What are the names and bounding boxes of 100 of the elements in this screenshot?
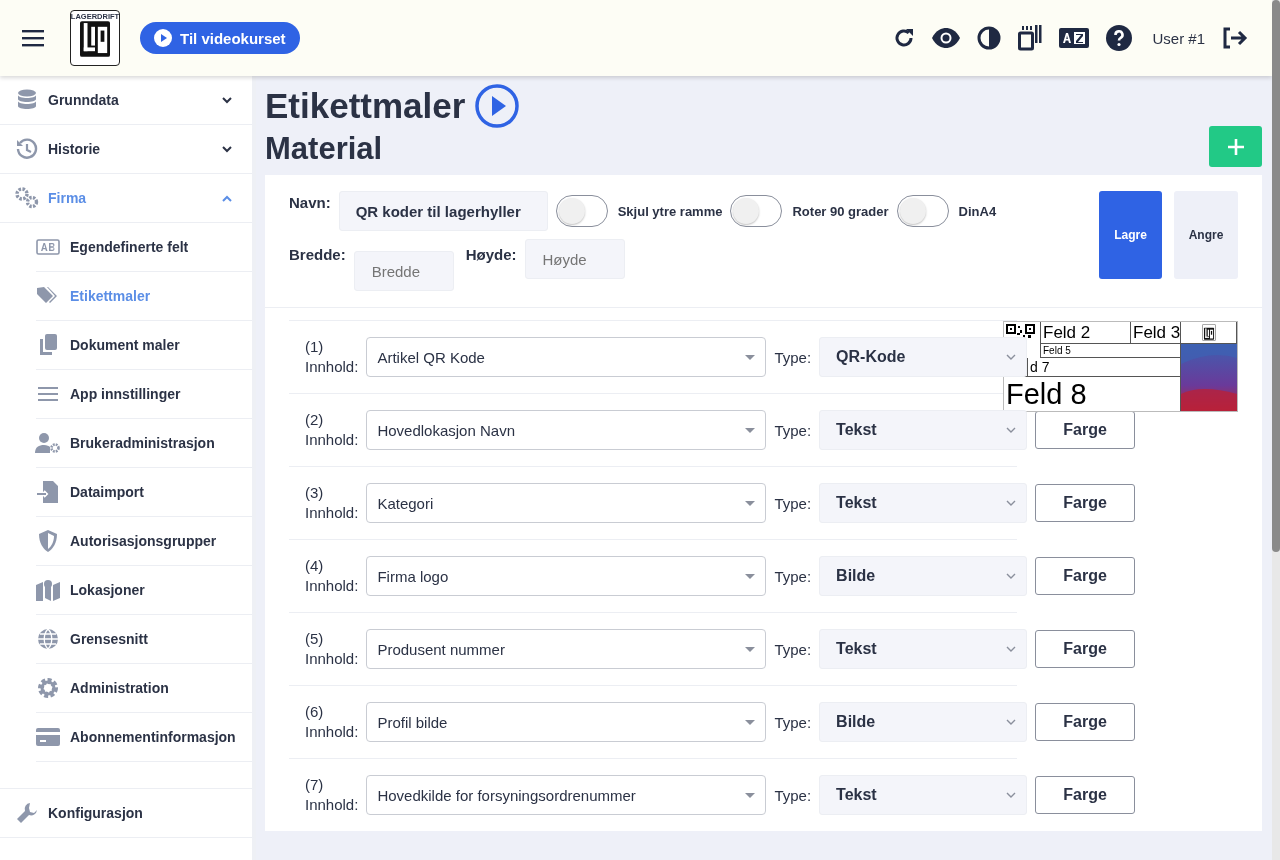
- caret-down-icon: [745, 719, 756, 725]
- caret-down-icon: [745, 427, 756, 433]
- sidebar-subitem[interactable]: Abonnementinformasjon: [36, 713, 252, 762]
- cancel-button[interactable]: Angre: [1174, 191, 1238, 279]
- toggle-switch[interactable]: [896, 195, 949, 227]
- sidebar-subitem[interactable]: Brukeradministrasjon: [36, 419, 252, 468]
- page-title: Etikettmaler: [265, 86, 466, 126]
- row-label: Innhold:: [305, 430, 359, 450]
- file-import-icon: [37, 481, 59, 503]
- row-label: Innhold:: [305, 357, 359, 377]
- toggle-switch[interactable]: [555, 195, 608, 227]
- help-icon[interactable]: [1106, 25, 1133, 51]
- menu-icon[interactable]: [22, 29, 44, 47]
- logo-icon: [1201, 324, 1216, 341]
- map-pin-icon: [36, 579, 60, 601]
- chevron-down-icon: [1006, 573, 1017, 579]
- chevron-down-icon: [1006, 427, 1017, 433]
- row-number: (1): [305, 337, 325, 357]
- play-icon[interactable]: [475, 84, 520, 128]
- scrollbar[interactable]: [1272, 0, 1280, 552]
- row-label: Innhold:: [305, 722, 359, 742]
- type-select[interactable]: Tekst: [819, 410, 1028, 450]
- content-select[interactable]: Firma logo: [366, 556, 767, 596]
- chevron-down-icon: [1006, 719, 1017, 725]
- video-course-button[interactable]: Til videokurset: [140, 22, 300, 54]
- color-button[interactable]: Farge: [1035, 776, 1136, 814]
- chevron-down-icon: [1006, 792, 1017, 798]
- preview-field: d 7: [1028, 358, 1181, 377]
- color-button[interactable]: Farge: [1035, 703, 1136, 741]
- toggle-label: Skjul ytre ramme: [617, 203, 723, 219]
- content-select[interactable]: Artikel QR Kode: [366, 337, 767, 377]
- type-label: Type:: [774, 494, 812, 512]
- type-select[interactable]: Tekst: [819, 483, 1028, 523]
- row-number: (3): [305, 483, 325, 503]
- type-label: Type:: [774, 348, 812, 366]
- chevron-down-icon: [1006, 500, 1017, 506]
- chevron-down-icon: [1006, 646, 1017, 652]
- user-name[interactable]: User #1: [1152, 29, 1205, 47]
- type-select[interactable]: Tekst: [819, 775, 1028, 815]
- gear-icon: [37, 677, 59, 699]
- row-label: Innhold:: [305, 795, 359, 815]
- type-label: Type:: [774, 567, 812, 585]
- sidebar-subitem[interactable]: Grensesnitt: [36, 615, 252, 664]
- sidebar-subitem[interactable]: App innstillinger: [36, 370, 252, 419]
- type-select[interactable]: Bilde: [819, 702, 1028, 742]
- play-icon: [154, 29, 172, 47]
- content-select[interactable]: Kategori: [366, 483, 767, 523]
- sidebar-subitem[interactable]: Dokument maler: [36, 321, 252, 370]
- qr-code-icon: [1006, 324, 1036, 338]
- width-field[interactable]: Bredde: [353, 251, 454, 291]
- color-button[interactable]: Farge: [1035, 484, 1136, 522]
- sidebar-subitem[interactable]: Autorisasjonsgrupper: [36, 517, 252, 566]
- content-select[interactable]: Profil bilde: [366, 702, 767, 742]
- list-icon: [38, 386, 58, 402]
- toggle-label: Roter 90 grader: [792, 203, 889, 219]
- credit-card-icon: [36, 728, 60, 746]
- sidebar-subitem[interactable]: Lokasjoner: [36, 566, 252, 615]
- field-label: Høyde:: [465, 245, 517, 263]
- tags-icon: [37, 287, 59, 305]
- caret-down-icon: [745, 354, 756, 360]
- toggle-label: DinA4: [958, 203, 997, 219]
- content-select[interactable]: Hovedkilde for forsyningsordrenummer: [366, 775, 767, 815]
- content-select[interactable]: Produsent nummer: [366, 629, 767, 669]
- type-select[interactable]: Bilde: [819, 556, 1028, 596]
- color-button[interactable]: Farge: [1035, 557, 1136, 595]
- history-icon: [16, 138, 38, 160]
- type-label: Type:: [774, 421, 812, 439]
- chevron-down-icon: [1006, 354, 1017, 360]
- save-button[interactable]: Lagre: [1099, 191, 1162, 279]
- sidebar-subitem[interactable]: Dataimport: [36, 468, 252, 517]
- caret-down-icon: [745, 646, 756, 652]
- caret-down-icon: [745, 500, 756, 506]
- row-label: Innhold:: [305, 649, 359, 669]
- refresh-icon[interactable]: [893, 27, 916, 49]
- sidebar-item[interactable]: Grunndata: [0, 76, 252, 125]
- color-button[interactable]: Farge: [1035, 630, 1136, 668]
- logout-icon[interactable]: [1222, 27, 1248, 49]
- caret-down-icon: [745, 792, 756, 798]
- contrast-icon[interactable]: [977, 26, 1002, 50]
- row-number: (4): [305, 556, 325, 576]
- sidebar-subitem[interactable]: Administration: [36, 664, 252, 713]
- device-icon[interactable]: [1018, 25, 1043, 51]
- color-button[interactable]: Farge: [1035, 411, 1136, 449]
- eye-icon[interactable]: [932, 28, 961, 48]
- height-field[interactable]: Høyde: [524, 239, 625, 279]
- toggle-switch[interactable]: [730, 195, 783, 227]
- type-select[interactable]: QR-Kode: [819, 337, 1028, 377]
- sidebar-subitem[interactable]: Egendefinerte felt: [36, 223, 252, 272]
- field-label: Navn:: [289, 193, 331, 211]
- preview-field: Feld 2: [1041, 322, 1131, 344]
- translate-icon[interactable]: [1059, 28, 1090, 48]
- content-select[interactable]: Hovedlokasjon Navn: [366, 410, 767, 450]
- sidebar-item[interactable]: Historie: [0, 125, 252, 174]
- plus-icon: [1227, 138, 1244, 155]
- field-label: Bredde:: [289, 245, 346, 263]
- type-select[interactable]: Tekst: [819, 629, 1028, 669]
- preview-field: Feld 3: [1131, 322, 1181, 344]
- name-field[interactable]: QR koder til lagerhyller: [338, 191, 548, 231]
- sidebar-item[interactable]: Konfigurasjon: [0, 789, 252, 838]
- globe-icon: [37, 628, 59, 650]
